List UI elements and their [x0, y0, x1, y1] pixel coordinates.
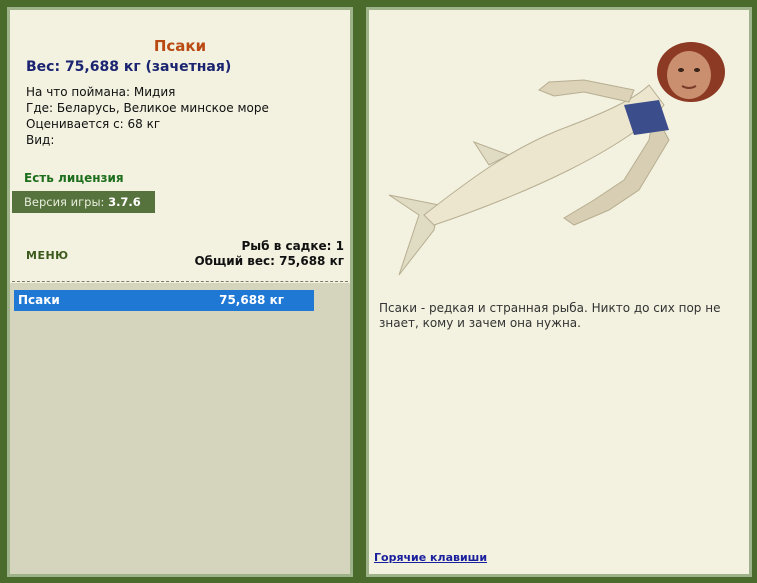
menu-button[interactable]: МЕНЮ — [26, 249, 69, 262]
game-version: Версия игры: 3.7.6 — [12, 191, 155, 213]
cage-total-weight: Общий вес: 75,688 кг — [194, 254, 344, 268]
divider — [12, 281, 348, 282]
cage-row-selected[interactable]: Псаки 75,688 кг — [14, 290, 314, 311]
fish-image — [388, 42, 725, 276]
row-fish-weight: 75,688 кг — [219, 293, 284, 307]
fish-valued-from: Оценивается с: 68 кг — [26, 117, 161, 131]
version-value: 3.7.6 — [108, 195, 141, 209]
license-status: Есть лицензия — [24, 171, 124, 185]
fish-kind: Вид: — [26, 133, 55, 147]
fish-description: Псаки - редкая и странная рыба. Никто до… — [379, 301, 721, 330]
fish-detail-panel: Псаки - редкая и странная рыба. Никто до… — [366, 7, 752, 577]
cage-stats: Рыб в садке: 1 Общий вес: 75,688 кг — [194, 239, 344, 269]
fish-name: Псаки — [153, 37, 207, 55]
fish-weight: Вес: 75,688 кг (зачетная) — [26, 59, 232, 75]
version-label: Версия игры: — [24, 195, 105, 209]
hotkeys-link[interactable]: Горячие клавиши — [374, 551, 487, 564]
fish-bait: На что поймана: Мидия — [26, 85, 176, 99]
fish-location: Где: Беларусь, Великое минское море — [26, 101, 269, 115]
cage-count: Рыб в садке: 1 — [241, 239, 345, 253]
fish-info-panel: Псаки Вес: 75,688 кг (зачетная) На что п… — [7, 7, 353, 577]
cage-list: Псаки 75,688 кг — [10, 283, 350, 574]
row-fish-name: Псаки — [18, 293, 60, 307]
